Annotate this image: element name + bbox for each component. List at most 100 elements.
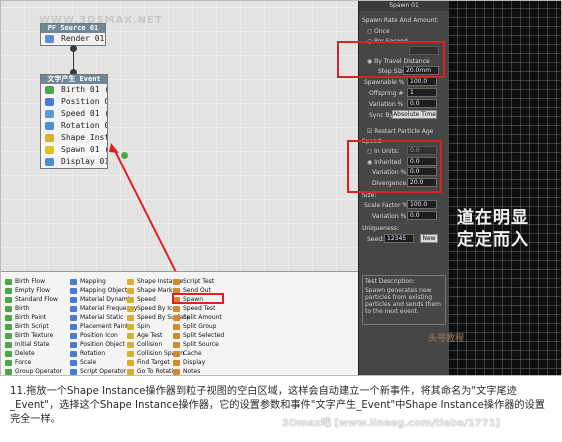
depot-item[interactable]: Script Test	[173, 278, 214, 286]
depot-item[interactable]: Position Object	[70, 341, 125, 349]
operator-icon	[127, 279, 134, 285]
operator-icon	[127, 315, 134, 321]
viewport[interactable]	[449, 1, 561, 375]
operator-icon	[5, 333, 12, 339]
depot-item[interactable]: Age Test	[127, 332, 162, 340]
operator-display[interactable]: Display 01 (Ticks)	[41, 156, 107, 168]
depot-item[interactable]: Scale	[70, 359, 96, 367]
depot-item[interactable]: Collision	[127, 341, 162, 349]
spawn-output-connector[interactable]	[121, 152, 128, 159]
rotation-icon	[45, 122, 54, 130]
operator-position-object[interactable]: Position Object 01 (...	[41, 96, 107, 108]
operator-icon	[5, 315, 12, 321]
operator-icon	[5, 360, 12, 366]
operator-birth[interactable]: Birth 01 (0-30 T:200)	[41, 84, 107, 96]
watermark-right: 道在明显 定定而入	[457, 208, 529, 250]
operator-icon	[173, 279, 180, 285]
depot-item[interactable]: Mapping	[70, 278, 106, 286]
depot-item[interactable]: Placement Paint	[70, 323, 128, 331]
depot-item[interactable]: Birth Paint	[5, 314, 46, 322]
spawnable-label: Spawnable %	[364, 79, 405, 86]
depot-item[interactable]: Split Selected	[173, 332, 224, 340]
spawn-rate-label: Spawn Rate And Amount:	[362, 17, 439, 24]
seed-label: Seed:	[367, 236, 385, 243]
depot-item[interactable]: Shape Mark	[127, 287, 173, 295]
event-text-birth[interactable]: 文字产生 Event Birth 01 (0-30 T:200) Positio…	[40, 74, 108, 169]
operator-render[interactable]: Render 01 (Geometry)	[41, 33, 105, 45]
sync-label: Sync By:	[369, 112, 395, 119]
operator-speed[interactable]: Speed 01 (Along Icon...	[41, 108, 107, 120]
depot-item[interactable]: Initial State	[5, 341, 49, 349]
depot-item[interactable]: Group Operator	[5, 368, 62, 375]
depot-item[interactable]: Find Target	[127, 359, 170, 367]
size-section-label: Size:	[362, 192, 377, 199]
depot-item[interactable]: Delete	[5, 350, 35, 358]
operator-icon	[70, 369, 77, 375]
depot-item[interactable]: Spin	[127, 323, 150, 331]
operator-rotation[interactable]: Rotation 01 (Random 3D)	[41, 120, 107, 132]
depot-item[interactable]: Birth Texture	[5, 332, 53, 340]
depot-item[interactable]: Birth	[5, 305, 29, 313]
depot-item[interactable]: Mapping Object	[70, 287, 127, 295]
spawnable-input[interactable]: 100.0	[407, 77, 437, 86]
depot-item[interactable]: Birth Script	[5, 323, 49, 331]
operator-icon	[5, 288, 12, 294]
depot-item[interactable]: Material Dynamic	[70, 296, 133, 304]
scale-input[interactable]: 100.0	[407, 200, 437, 209]
variation-input[interactable]: 0.0	[407, 99, 437, 108]
depot-item[interactable]: Standard Flow	[5, 296, 58, 304]
operator-icon	[5, 342, 12, 348]
operator-spawn[interactable]: Spawn 01 (By Travel)	[41, 144, 107, 156]
display-icon	[45, 158, 54, 166]
uniqueness-label: Uniqueness:	[362, 225, 399, 232]
depot-item[interactable]: Notes	[173, 368, 200, 375]
operator-icon	[173, 360, 180, 366]
depot-item[interactable]: Script Operator	[70, 368, 126, 375]
depot-item[interactable]: Birth Flow	[5, 278, 45, 286]
operator-icon	[5, 351, 12, 357]
operator-icon	[127, 297, 134, 303]
depot-item[interactable]: Force	[5, 359, 31, 367]
depot-item[interactable]: Split Source	[173, 341, 219, 349]
depot-item[interactable]: Cache	[173, 350, 202, 358]
operator-icon	[127, 342, 134, 348]
operator-icon	[5, 297, 12, 303]
event-pf-source[interactable]: PF Source 01 Render 01 (Geometry)	[40, 23, 106, 46]
birth-icon	[45, 86, 54, 94]
event-title: 文字产生 Event	[41, 75, 107, 84]
operator-icon	[127, 369, 134, 375]
depot-item[interactable]: Display	[173, 359, 205, 367]
operator-icon	[173, 351, 180, 357]
size-variation-label: Variation %	[372, 213, 407, 220]
operator-icon	[127, 333, 134, 339]
depot-item[interactable]: Position Icon	[70, 332, 118, 340]
operator-icon	[173, 342, 180, 348]
particle-view-canvas[interactable]: WWW.3DSMAX.NET PF Source 01 Render 01 (G…	[1, 1, 358, 271]
watermark-logo: 头号教程	[428, 334, 465, 344]
depot-item[interactable]: Speed	[127, 296, 156, 304]
operator-icon	[127, 360, 134, 366]
offspring-input[interactable]: 1	[407, 88, 437, 97]
description-box: Test Description: Spawn generates new pa…	[362, 275, 446, 325]
event-title: PF Source 01	[41, 24, 105, 33]
size-variation-input[interactable]: 0.0	[407, 211, 437, 220]
sync-dropdown[interactable]: Absolute Time	[392, 110, 437, 119]
restart-age-checkbox[interactable]: ☑ Restart Particle Age	[367, 128, 433, 135]
depot-item[interactable]: Material Static	[70, 314, 123, 322]
spawn-depot-highlight	[172, 293, 224, 304]
event-output-connector[interactable]	[70, 45, 77, 52]
operator-icon	[5, 306, 12, 312]
seed-input[interactable]: 12345	[384, 234, 414, 243]
depot-item[interactable]: Split Amount	[173, 314, 222, 322]
new-seed-button[interactable]: New	[420, 234, 438, 243]
depot-item[interactable]: Empty Flow	[5, 287, 50, 295]
depot-item[interactable]: Split Group	[173, 323, 216, 331]
operator-icon	[70, 342, 77, 348]
once-radio[interactable]: ○ Once	[367, 28, 390, 35]
depot-item[interactable]: Speed Test	[173, 305, 216, 313]
depot-item[interactable]: Speed By Icon	[127, 305, 180, 313]
operator-shape-instance[interactable]: Shape Instance 01 (文字)	[41, 132, 107, 144]
render-icon	[45, 35, 54, 43]
depot-item[interactable]: Rotation	[70, 350, 105, 358]
operator-icon	[70, 333, 77, 339]
